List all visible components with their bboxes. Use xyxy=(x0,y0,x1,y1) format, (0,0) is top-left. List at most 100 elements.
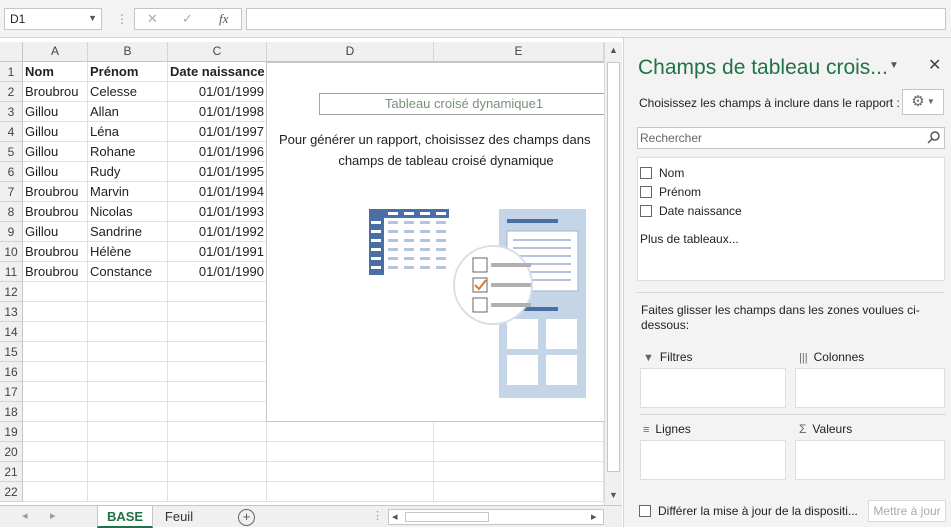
cell[interactable] xyxy=(168,362,267,382)
cell[interactable]: Gillou xyxy=(23,142,88,162)
cell[interactable] xyxy=(23,362,88,382)
row-header[interactable]: 3 xyxy=(0,102,23,122)
zone-columns[interactable] xyxy=(795,368,945,408)
defer-update-option[interactable]: Différer la mise à jour de la dispositi.… xyxy=(639,504,858,518)
pivot-table-placeholder[interactable]: Tableau croisé dynamique1 Pour générer u… xyxy=(266,62,604,422)
tab-feuil[interactable]: Feuil xyxy=(155,506,203,528)
zone-filters[interactable] xyxy=(640,368,786,408)
cell[interactable] xyxy=(23,342,88,362)
update-button[interactable]: Mettre à jour xyxy=(868,500,946,522)
cell[interactable]: Rohane xyxy=(88,142,168,162)
tab-nav-next-icon[interactable]: ▸ xyxy=(50,509,56,522)
horizontal-scrollbar[interactable]: ◂ ▸ xyxy=(388,509,604,525)
cell[interactable]: 01/01/1992 xyxy=(168,222,267,242)
search-icon[interactable] xyxy=(927,130,941,144)
cell[interactable]: 01/01/1994 xyxy=(168,182,267,202)
name-box[interactable]: D1 ▼ xyxy=(4,8,102,30)
row-header[interactable]: 22 xyxy=(0,482,23,502)
cell[interactable] xyxy=(88,302,168,322)
cell[interactable]: Date naissance xyxy=(168,62,267,82)
cell[interactable]: 01/01/1999 xyxy=(168,82,267,102)
column-header-d[interactable]: D xyxy=(267,42,434,62)
cell[interactable] xyxy=(267,442,434,462)
cell[interactable]: 01/01/1991 xyxy=(168,242,267,262)
row-header[interactable]: 15 xyxy=(0,342,23,362)
cell[interactable]: Léna xyxy=(88,122,168,142)
cell[interactable] xyxy=(168,282,267,302)
cell[interactable] xyxy=(88,462,168,482)
cell[interactable]: 01/01/1990 xyxy=(168,262,267,282)
cell[interactable] xyxy=(168,462,267,482)
cell[interactable] xyxy=(168,382,267,402)
checkbox[interactable] xyxy=(640,205,652,217)
cell[interactable]: Gillou xyxy=(23,162,88,182)
cell[interactable] xyxy=(88,362,168,382)
column-header-a[interactable]: A xyxy=(23,42,88,62)
zone-values[interactable] xyxy=(795,440,945,480)
zone-rows[interactable] xyxy=(640,440,786,480)
formula-input[interactable] xyxy=(246,8,946,30)
cell[interactable]: 01/01/1996 xyxy=(168,142,267,162)
cell[interactable]: Nicolas xyxy=(88,202,168,222)
cell[interactable] xyxy=(23,322,88,342)
row-header[interactable]: 7 xyxy=(0,182,23,202)
cell[interactable]: Broubrou xyxy=(23,202,88,222)
cell[interactable]: Broubrou xyxy=(23,182,88,202)
row-header[interactable]: 16 xyxy=(0,362,23,382)
tab-base[interactable]: BASE xyxy=(97,506,153,528)
cell[interactable] xyxy=(168,402,267,422)
cell[interactable]: Nom xyxy=(23,62,88,82)
row-header[interactable]: 14 xyxy=(0,322,23,342)
cell[interactable] xyxy=(23,282,88,302)
scroll-down-icon[interactable]: ▼ xyxy=(609,490,618,500)
cancel-icon[interactable]: ✕ xyxy=(147,11,158,27)
cell[interactable]: Prénom xyxy=(88,62,168,82)
cell[interactable] xyxy=(168,322,267,342)
tab-split-handle[interactable]: ⋮ xyxy=(372,509,383,522)
scroll-left-icon[interactable]: ◂ xyxy=(392,510,398,523)
cell[interactable]: 01/01/1995 xyxy=(168,162,267,182)
column-header-e[interactable]: E xyxy=(434,42,604,62)
row-header[interactable]: 10 xyxy=(0,242,23,262)
cell[interactable] xyxy=(434,462,604,482)
checkbox[interactable] xyxy=(640,167,652,179)
cell[interactable]: Rudy xyxy=(88,162,168,182)
add-sheet-icon[interactable]: + xyxy=(238,509,255,526)
cell[interactable] xyxy=(23,442,88,462)
vertical-scroll-thumb[interactable] xyxy=(607,62,620,472)
cell[interactable] xyxy=(88,382,168,402)
horizontal-scroll-thumb[interactable] xyxy=(405,512,489,522)
row-header[interactable]: 4 xyxy=(0,122,23,142)
cell[interactable] xyxy=(168,302,267,322)
scroll-up-icon[interactable]: ▲ xyxy=(609,45,618,55)
cell[interactable] xyxy=(267,482,434,502)
cell[interactable] xyxy=(23,422,88,442)
row-header[interactable]: 17 xyxy=(0,382,23,402)
row-header[interactable]: 6 xyxy=(0,162,23,182)
cell[interactable]: Broubrou xyxy=(23,82,88,102)
cell[interactable] xyxy=(267,462,434,482)
row-header[interactable]: 1 xyxy=(0,62,23,82)
cell[interactable]: 01/01/1993 xyxy=(168,202,267,222)
select-all-corner[interactable] xyxy=(0,42,23,62)
cell[interactable] xyxy=(267,422,434,442)
pane-options-chevron-icon[interactable]: ▼ xyxy=(889,60,899,71)
checkbox[interactable] xyxy=(639,505,651,517)
column-header-b[interactable]: B xyxy=(88,42,168,62)
cell[interactable] xyxy=(88,282,168,302)
cell[interactable] xyxy=(88,342,168,362)
field-item-prenom[interactable]: Prénom xyxy=(640,185,701,199)
cell[interactable] xyxy=(23,482,88,502)
chevron-down-icon[interactable]: ▼ xyxy=(88,13,97,23)
tab-nav-prev-icon[interactable]: ◂ xyxy=(22,509,28,522)
cell[interactable] xyxy=(168,442,267,462)
enter-icon[interactable]: ✓ xyxy=(182,11,193,27)
row-header[interactable]: 13 xyxy=(0,302,23,322)
row-header[interactable]: 18 xyxy=(0,402,23,422)
cell[interactable]: Marvin xyxy=(88,182,168,202)
cell[interactable] xyxy=(434,442,604,462)
cell[interactable]: Broubrou xyxy=(23,262,88,282)
cell[interactable] xyxy=(168,482,267,502)
column-header-c[interactable]: C xyxy=(168,42,267,62)
cell[interactable]: Gillou xyxy=(23,222,88,242)
